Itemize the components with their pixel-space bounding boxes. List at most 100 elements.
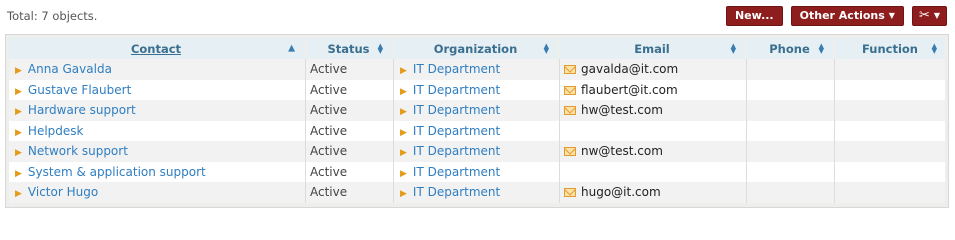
organization-link[interactable]: IT Department: [413, 165, 500, 179]
organization-cell: ▶ IT Department: [394, 59, 560, 80]
contact-link[interactable]: Anna Gavalda: [28, 62, 112, 76]
table-row: ▶ Hardware support Active ▶ IT Department hw@…: [9, 100, 945, 121]
organization-cell: ▶ IT Department: [394, 141, 560, 162]
organization-cell: ▶ IT Department: [394, 120, 560, 141]
envelope-icon[interactable]: [564, 147, 576, 157]
organization-link[interactable]: IT Department: [413, 103, 500, 117]
expand-arrow-icon[interactable]: ▶: [15, 169, 22, 179]
phone-cell: [747, 120, 835, 141]
organization-link[interactable]: IT Department: [413, 83, 500, 97]
table-row: ▶ Victor Hugo Active ▶ IT Department hugo@it.…: [9, 182, 945, 203]
contact-link[interactable]: Helpdesk: [28, 124, 84, 138]
expand-arrow-icon[interactable]: ▶: [400, 169, 407, 179]
function-cell: [835, 59, 945, 80]
new-button-label: New...: [734, 9, 774, 22]
contact-cell: ▶ Hardware support: [9, 100, 306, 121]
status-text: Active: [310, 103, 348, 118]
status-text: Active: [310, 164, 348, 179]
email-text[interactable]: hw@test.com: [581, 103, 663, 117]
envelope-icon[interactable]: [564, 188, 576, 198]
contact-link[interactable]: Victor Hugo: [28, 185, 98, 199]
contact-link[interactable]: Hardware support: [28, 103, 136, 117]
expand-arrow-icon[interactable]: ▶: [15, 87, 22, 97]
envelope-icon[interactable]: [564, 85, 576, 95]
email-cell: flaubert@it.com: [560, 79, 747, 100]
contacts-table: Contact ▲ Status ▲ ▼ Organization ▲ ▼ Email ▲ ▼ Pho…: [9, 38, 945, 203]
status-cell: Active: [306, 161, 394, 182]
status-text: Active: [310, 144, 348, 159]
column-header-function[interactable]: Function ▲ ▼: [835, 38, 945, 59]
sort-icon: ▲ ▼: [543, 41, 549, 55]
email-cell: nw@test.com: [560, 141, 747, 162]
column-header-organization[interactable]: Organization ▲ ▼: [394, 38, 560, 59]
expand-arrow-icon[interactable]: ▶: [400, 66, 407, 76]
contact-link[interactable]: Network support: [28, 144, 128, 158]
phone-cell: [747, 59, 835, 80]
sort-icon: ▲ ▼: [931, 41, 937, 55]
table-header-row: Contact ▲ Status ▲ ▼ Organization ▲ ▼ Email ▲ ▼ Pho…: [9, 38, 945, 59]
expand-arrow-icon[interactable]: ▶: [400, 128, 407, 138]
status-cell: Active: [306, 79, 394, 100]
status-text: Active: [310, 82, 348, 97]
email-text[interactable]: nw@test.com: [581, 144, 663, 158]
column-header-status[interactable]: Status ▲ ▼: [306, 38, 394, 59]
expand-arrow-icon[interactable]: ▶: [15, 189, 22, 199]
table-row: ▶ System & application support Active ▶ IT D…: [9, 161, 945, 182]
status-text: Active: [310, 62, 348, 77]
email-cell: gavalda@it.com: [560, 59, 747, 80]
expand-arrow-icon[interactable]: ▶: [15, 66, 22, 76]
contact-link[interactable]: System & application support: [28, 165, 206, 179]
expand-arrow-icon[interactable]: ▶: [400, 148, 407, 158]
total-count-label: Total: 7 objects.: [7, 9, 98, 23]
phone-cell: [747, 100, 835, 121]
column-header-label: Contact: [130, 41, 182, 56]
organization-link[interactable]: IT Department: [413, 62, 500, 76]
other-actions-button[interactable]: Other Actions ▼: [790, 6, 904, 26]
organization-cell: ▶ IT Department: [394, 182, 560, 203]
expand-arrow-icon[interactable]: ▶: [15, 107, 22, 117]
status-text: Active: [310, 123, 348, 138]
email-text[interactable]: flaubert@it.com: [581, 83, 678, 97]
expand-arrow-icon[interactable]: ▶: [400, 107, 407, 117]
sort-ascending-icon: ▲: [288, 43, 295, 53]
status-cell: Active: [306, 120, 394, 141]
status-cell: Active: [306, 59, 394, 80]
organization-link[interactable]: IT Department: [413, 144, 500, 158]
contact-cell: ▶ Anna Gavalda: [9, 59, 306, 80]
expand-arrow-icon[interactable]: ▶: [15, 128, 22, 138]
sort-icon: ▲ ▼: [377, 41, 383, 55]
column-header-phone[interactable]: Phone ▲ ▼: [747, 38, 835, 59]
tools-menu-button[interactable]: ✂ ▼: [911, 6, 947, 26]
email-text[interactable]: hugo@it.com: [581, 185, 661, 199]
expand-arrow-icon[interactable]: ▶: [400, 87, 407, 97]
email-cell: [560, 120, 747, 141]
new-button[interactable]: New...: [725, 6, 783, 26]
contact-link[interactable]: Gustave Flaubert: [28, 83, 131, 97]
function-cell: [835, 141, 945, 162]
status-text: Active: [310, 185, 348, 200]
email-cell: hugo@it.com: [560, 182, 747, 203]
contact-cell: ▶ Victor Hugo: [9, 182, 306, 203]
envelope-icon[interactable]: [564, 106, 576, 116]
table-row: ▶ Anna Gavalda Active ▶ IT Department gavalda…: [9, 59, 945, 80]
organization-link[interactable]: IT Department: [413, 185, 500, 199]
column-header-label: Organization: [433, 41, 518, 56]
envelope-icon[interactable]: [564, 65, 576, 75]
sort-icon: ▲ ▼: [818, 41, 824, 55]
email-text[interactable]: gavalda@it.com: [581, 62, 678, 76]
tools-icon: ✂: [918, 8, 930, 23]
column-header-contact[interactable]: Contact ▲: [9, 38, 306, 59]
expand-arrow-icon[interactable]: ▶: [15, 148, 22, 158]
organization-link[interactable]: IT Department: [413, 124, 500, 138]
column-header-label: Email: [634, 41, 670, 56]
contact-cell: ▶ Network support: [9, 141, 306, 162]
organization-cell: ▶ IT Department: [394, 100, 560, 121]
column-header-email[interactable]: Email ▲ ▼: [560, 38, 747, 59]
phone-cell: [747, 79, 835, 100]
table-row: ▶ Gustave Flaubert Active ▶ IT Department fla…: [9, 79, 945, 100]
contact-cell: ▶ System & application support: [9, 161, 306, 182]
expand-arrow-icon[interactable]: ▶: [400, 189, 407, 199]
chevron-down-icon: ▼: [888, 11, 895, 20]
function-cell: [835, 100, 945, 121]
table-row: ▶ Network support Active ▶ IT Department nw@t…: [9, 141, 945, 162]
